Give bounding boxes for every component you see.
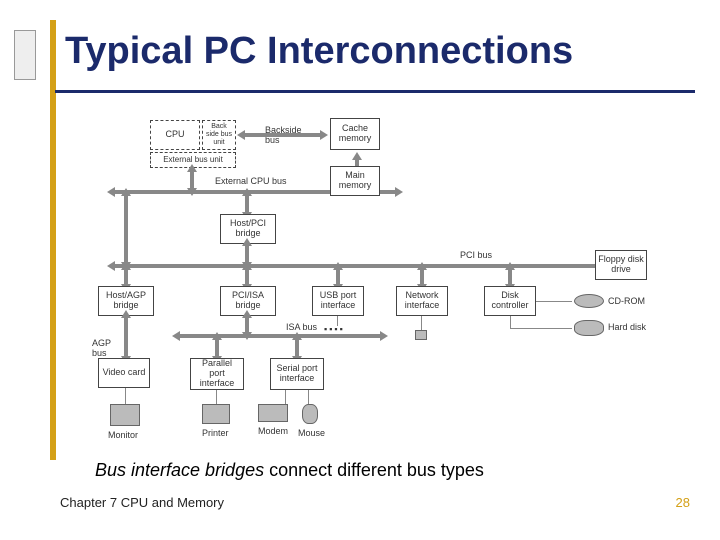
label-mouse: Mouse (298, 428, 325, 438)
box-backside-unit: Back side bus unit (202, 120, 236, 150)
bus-isa (180, 334, 380, 338)
side-accent (50, 20, 56, 460)
arrow-serial-up (295, 340, 299, 356)
title-underline (55, 90, 695, 93)
slide-icon (14, 30, 36, 80)
line-floppy (536, 265, 594, 266)
label-ext-cpu-bus: External CPU bus (215, 176, 287, 186)
box-cpu: CPU (150, 120, 200, 150)
arrow-cpu-down (190, 172, 194, 188)
device-printer-icon (202, 404, 230, 424)
arrow-backside (245, 133, 320, 137)
page-number: 28 (676, 495, 690, 510)
caption-rest: connect different bus types (264, 460, 484, 480)
device-network-jack (415, 330, 427, 340)
label-pci-bus: PCI bus (460, 250, 492, 260)
box-main-memory: Main memory (330, 166, 380, 196)
device-monitor-icon (110, 404, 140, 426)
line-hd-h (510, 328, 572, 329)
label-agp-bus: AGP bus (92, 338, 120, 358)
box-disk-controller: Disk controller (484, 286, 536, 316)
caption: Bus interface bridges connect different … (95, 460, 484, 481)
arrow-net-up (420, 270, 424, 284)
line-printer (216, 390, 217, 404)
line-mouse (308, 390, 309, 404)
label-modem: Modem (258, 426, 288, 436)
device-cdrom-icon (574, 294, 604, 308)
arrow-left-vert-1 (124, 196, 128, 262)
bus-agp (124, 318, 128, 356)
line-cdrom (536, 301, 572, 302)
label-harddisk: Hard disk (608, 322, 646, 332)
device-harddisk-icon (574, 320, 604, 336)
device-mouse-icon (302, 404, 318, 424)
box-cache: Cache memory (330, 118, 380, 150)
line-hd-v (510, 316, 511, 328)
line-net-down (421, 316, 422, 330)
box-usb: USB port interface (312, 286, 364, 316)
box-video-card: Video card (98, 358, 150, 388)
line-monitor (125, 388, 126, 404)
footer-chapter: Chapter 7 CPU and Memory (60, 495, 224, 510)
device-modem-icon (258, 404, 288, 422)
arrow-disk-up (508, 270, 512, 284)
interconnect-diagram: CPU Back side bus unit Backside bus Cach… (90, 110, 650, 450)
arrow-hostagp-up (124, 270, 128, 284)
label-cdrom: CD-ROM (608, 296, 645, 306)
box-parallel: Parallel port interface (190, 358, 244, 390)
box-network: Network interface (396, 286, 448, 316)
arrow-hostpci-down (245, 246, 249, 262)
caption-emphasis: Bus interface bridges (95, 460, 264, 480)
label-isa-bus: ISA bus (286, 322, 317, 332)
arrow-parallel-up (215, 340, 219, 356)
label-printer: Printer (202, 428, 229, 438)
arrow-isa-vert (245, 318, 249, 332)
box-serial: Serial port interface (270, 358, 324, 390)
arrow-hostpci-up (245, 196, 249, 212)
arrow-pciisa-up (245, 270, 249, 284)
arrow-usb-up (336, 270, 340, 284)
label-monitor: Monitor (108, 430, 138, 440)
page-title: Typical PC Interconnections (65, 30, 573, 73)
line-modem (285, 390, 286, 404)
usb-ports-icon: ▪▪▪▪ (324, 324, 345, 334)
box-floppy: Floppy disk drive (595, 250, 647, 280)
